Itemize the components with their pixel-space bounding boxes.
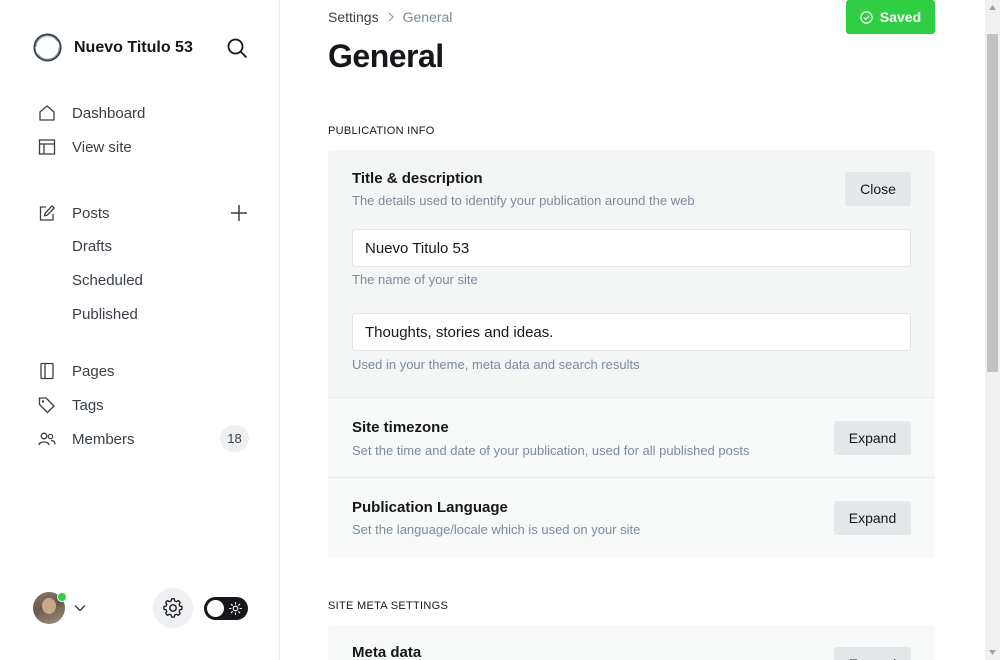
title-description-heading: Title & description bbox=[352, 170, 483, 187]
check-circle-icon bbox=[860, 10, 873, 24]
tag-icon bbox=[38, 397, 55, 414]
language-desc: Set the language/locale which is used on… bbox=[352, 522, 641, 537]
nav-item-posts[interactable]: Posts bbox=[38, 204, 110, 222]
publication-info-group: Title & description The details used to … bbox=[328, 150, 935, 557]
nav-label-dashboard: Dashboard bbox=[72, 104, 146, 122]
theme-toggle[interactable] bbox=[204, 597, 248, 620]
title-description-desc: The details used to identify your public… bbox=[352, 193, 695, 208]
breadcrumb: Settings General bbox=[328, 9, 452, 25]
edit-icon bbox=[39, 205, 55, 221]
site-meta-group: Meta data Expand bbox=[328, 625, 935, 660]
nav-label-view-site: View site bbox=[72, 138, 132, 156]
divider bbox=[328, 397, 935, 398]
saved-button[interactable]: Saved bbox=[846, 0, 935, 34]
avatar-face bbox=[42, 598, 56, 614]
nav-label-posts: Posts bbox=[72, 204, 110, 222]
brand[interactable]: Nuevo Titulo 53 bbox=[32, 32, 193, 63]
section-label-site-meta: SITE META SETTINGS bbox=[328, 600, 449, 612]
timezone-heading: Site timezone bbox=[352, 419, 449, 436]
members-count-badge: 18 bbox=[220, 425, 249, 452]
section-label-publication-info: PUBLICATION INFO bbox=[328, 125, 435, 137]
site-title-hint: The name of your site bbox=[352, 272, 478, 287]
add-post-icon[interactable] bbox=[228, 202, 250, 224]
breadcrumb-current: General bbox=[402, 9, 453, 25]
settings-button[interactable] bbox=[153, 588, 193, 628]
members-icon bbox=[38, 432, 56, 446]
main-content: Settings General Saved General PUBLICATI… bbox=[280, 0, 985, 660]
page-title: General bbox=[328, 38, 444, 74]
brand-logo-icon bbox=[33, 33, 62, 62]
scroll-down-arrow-icon[interactable] bbox=[985, 644, 1000, 660]
nav-item-dashboard[interactable]: Dashboard bbox=[38, 104, 145, 122]
nav-item-published[interactable]: Published bbox=[72, 306, 138, 323]
site-description-input[interactable] bbox=[352, 313, 911, 351]
layout-icon bbox=[38, 139, 56, 155]
language-expand-button[interactable]: Expand bbox=[834, 501, 911, 535]
sidebar: Nuevo Titulo 53 Dashboard View site Post… bbox=[0, 0, 280, 660]
chevron-down-icon[interactable] bbox=[73, 601, 87, 615]
scrollbar[interactable] bbox=[985, 0, 1000, 660]
nav-label-pages: Pages bbox=[72, 362, 115, 380]
nav-label-members: Members bbox=[72, 430, 135, 448]
page-icon bbox=[40, 362, 54, 380]
chevron-right-icon bbox=[388, 12, 394, 22]
nav-item-members[interactable]: Members bbox=[38, 430, 135, 448]
meta-data-expand-button[interactable]: Expand bbox=[834, 647, 911, 660]
brand-name: Nuevo Titulo 53 bbox=[74, 38, 193, 56]
close-button[interactable]: Close bbox=[845, 172, 911, 206]
gear-icon bbox=[163, 598, 183, 618]
site-description-hint: Used in your theme, meta data and search… bbox=[352, 357, 640, 372]
home-icon bbox=[39, 105, 55, 121]
nav-item-tags[interactable]: Tags bbox=[38, 396, 104, 414]
meta-data-heading: Meta data bbox=[352, 644, 422, 660]
timezone-expand-button[interactable]: Expand bbox=[834, 421, 911, 455]
site-title-input[interactable] bbox=[352, 229, 911, 267]
nav-item-pages[interactable]: Pages bbox=[38, 362, 115, 380]
divider bbox=[328, 477, 935, 478]
timezone-desc: Set the time and date of your publicatio… bbox=[352, 443, 750, 458]
sun-icon bbox=[229, 602, 242, 615]
language-heading: Publication Language bbox=[352, 499, 508, 516]
nav-item-drafts[interactable]: Drafts bbox=[72, 238, 112, 255]
scroll-up-arrow-icon[interactable] bbox=[985, 0, 1000, 16]
nav-item-scheduled[interactable]: Scheduled bbox=[72, 272, 143, 289]
search-icon[interactable] bbox=[225, 36, 249, 60]
scrollbar-thumb[interactable] bbox=[987, 34, 998, 372]
saved-label: Saved bbox=[879, 9, 922, 25]
toggle-knob bbox=[207, 600, 224, 617]
breadcrumb-settings-link[interactable]: Settings bbox=[328, 9, 379, 25]
nav-label-tags: Tags bbox=[72, 396, 104, 414]
online-status-dot bbox=[57, 592, 67, 602]
nav-item-view-site[interactable]: View site bbox=[38, 138, 132, 156]
